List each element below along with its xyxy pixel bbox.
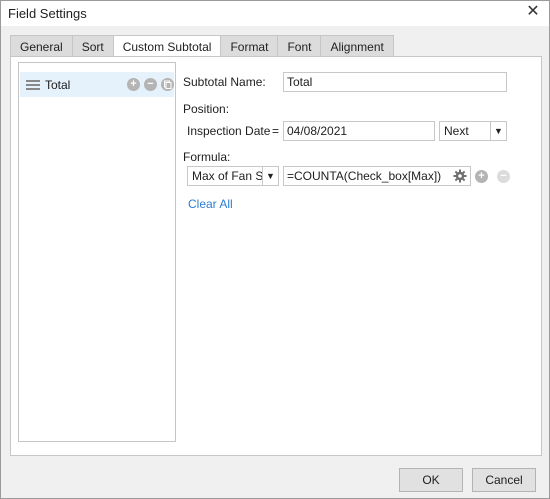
drag-handle-icon[interactable]	[26, 80, 40, 90]
chevron-down-icon: ▼	[262, 167, 278, 185]
subtotal-name-input[interactable]: Total	[283, 72, 507, 92]
tab-sort[interactable]: Sort	[71, 35, 113, 57]
list-item[interactable]: Total + −	[20, 72, 174, 97]
tab-strip: General Sort Custom Subtotal Format Font…	[10, 35, 394, 57]
list-item-label: Total	[45, 78, 71, 92]
add-formula-icon[interactable]: +	[475, 170, 488, 183]
copy-subtotal-icon[interactable]	[161, 78, 174, 91]
position-mode-value: Next	[444, 124, 469, 138]
formula-field-value: Max of Fan Stat…	[192, 169, 262, 183]
formula-input[interactable]: =COUNTA(Check_box[Max])	[283, 166, 471, 186]
position-mode-select[interactable]: Next ▼	[439, 121, 507, 141]
tab-format[interactable]: Format	[220, 35, 278, 57]
formula-field-select[interactable]: Max of Fan Stat… ▼	[187, 166, 279, 186]
tab-font[interactable]: Font	[277, 35, 321, 57]
tab-alignment[interactable]: Alignment	[320, 35, 394, 57]
chevron-down-icon: ▼	[490, 122, 506, 140]
tab-custom-subtotal[interactable]: Custom Subtotal	[112, 35, 221, 57]
remove-subtotal-icon[interactable]: −	[144, 78, 157, 91]
subtotal-list: Total + −	[18, 62, 176, 442]
ok-button[interactable]: OK	[399, 468, 463, 492]
clear-all-link[interactable]: Clear All	[188, 197, 233, 211]
field-settings-dialog: Field Settings ✕ General Sort Custom Sub…	[0, 0, 550, 499]
close-icon[interactable]: ✕	[525, 4, 541, 20]
gear-icon[interactable]	[453, 169, 467, 183]
position-field-label: Inspection Date	[187, 124, 271, 138]
position-date-input[interactable]: 04/08/2021	[283, 121, 435, 141]
title-bar: Field Settings ✕	[1, 1, 549, 26]
dialog-title: Field Settings	[8, 6, 87, 21]
remove-formula-icon[interactable]: −	[497, 170, 510, 183]
formula-label: Formula:	[183, 150, 231, 164]
cancel-button[interactable]: Cancel	[472, 468, 536, 492]
subtotal-name-label: Subtotal Name:	[183, 75, 266, 89]
position-label: Position:	[183, 102, 230, 116]
tab-panel: Total + − Subtotal Name: Total Position:…	[10, 56, 542, 456]
tab-general[interactable]: General	[10, 35, 72, 57]
position-equals: =	[272, 124, 280, 138]
add-subtotal-icon[interactable]: +	[127, 78, 140, 91]
